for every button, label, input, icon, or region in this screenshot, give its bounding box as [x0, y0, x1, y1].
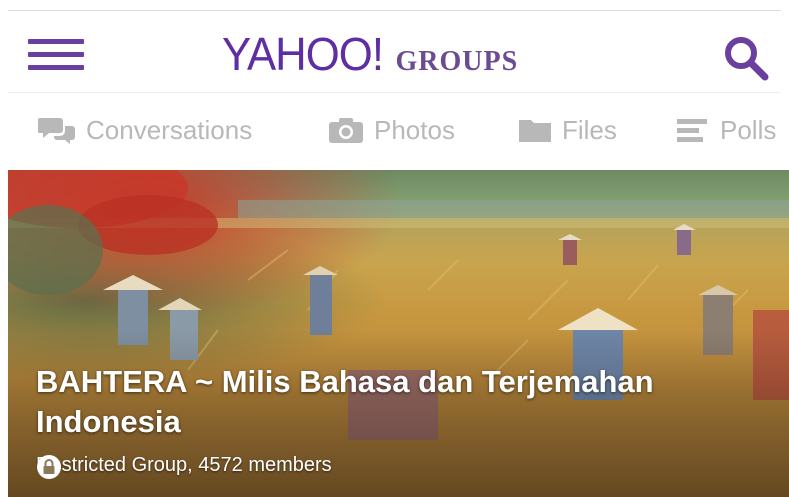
tab-polls-label: Polls — [720, 114, 777, 145]
menu-button[interactable] — [28, 39, 84, 75]
group-tabs: Conversations Photos Files Polls — [0, 98, 789, 162]
group-meta: Restricted Group, 4572 members — [36, 454, 332, 479]
hamburger-menu-icon — [28, 39, 84, 44]
group-title: BAHTERA ~ Milis Bahasa dan Terjemahan In… — [36, 364, 654, 439]
top-divider — [8, 10, 781, 11]
tab-files-label: Files — [562, 114, 617, 145]
tab-polls[interactable]: Polls — [676, 112, 776, 148]
yahoo-groups-logo[interactable]: YAHOO! GROUPS — [222, 27, 518, 83]
tab-photos[interactable]: Photos — [328, 112, 455, 148]
camera-icon — [329, 118, 363, 143]
tab-files[interactable]: Files — [518, 112, 617, 148]
search-icon — [725, 37, 769, 81]
tab-photos-label: Photos — [374, 114, 455, 145]
header-divider — [8, 92, 781, 93]
app-header: YAHOO! GROUPS — [0, 12, 789, 92]
tab-conversations-label: Conversations — [86, 114, 253, 145]
search-button[interactable] — [720, 32, 772, 84]
chat-bubbles-icon — [38, 118, 75, 144]
tab-conversations[interactable]: Conversations — [38, 112, 252, 148]
group-cover-photo: BAHTERA ~ Milis Bahasa dan Terjemahan In… — [8, 170, 789, 497]
logo-groups-text: GROUPS — [395, 46, 519, 77]
group-meta-text: Restricted Group, 4572 members — [36, 454, 332, 476]
folder-icon — [519, 120, 551, 142]
logo-yahoo-text: YAHOO! — [222, 28, 384, 80]
polls-icon — [677, 119, 707, 142]
lock-icon — [37, 455, 61, 479]
